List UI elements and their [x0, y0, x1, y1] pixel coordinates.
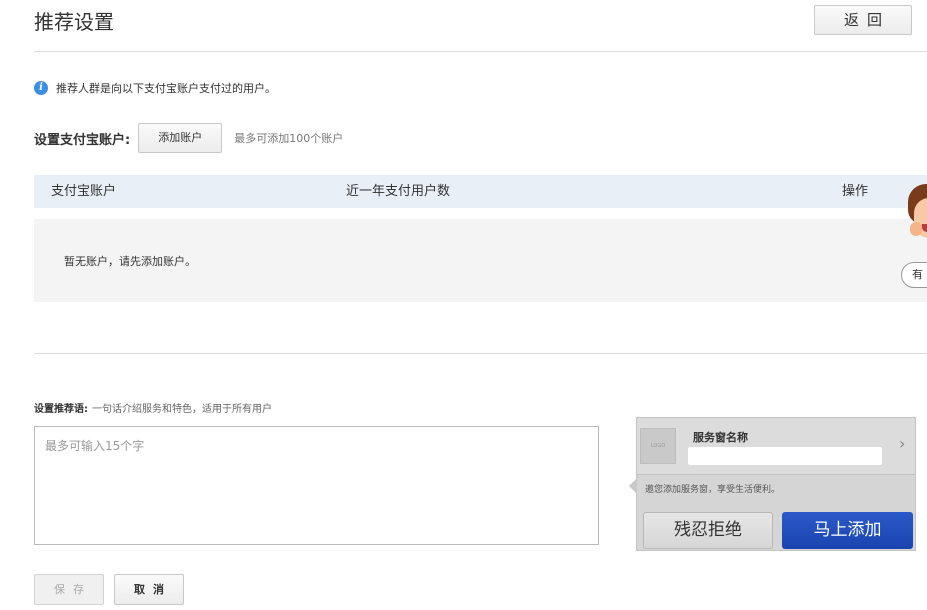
phrase-hint: 一句话介绍服务和特色，适用于所有用户 [92, 404, 272, 415]
column-header-pay-users: 近一年支付用户数 [346, 184, 451, 199]
preview-pointer [629, 478, 637, 494]
add-account-button[interactable]: 添加账户 [138, 123, 223, 153]
page-title: 推荐设置 [34, 10, 114, 34]
preview-name-bar [688, 447, 882, 465]
column-header-operation: 操作 [842, 184, 869, 199]
cancel-button[interactable]: 取消 [114, 574, 184, 605]
preview-header: LOGO 服务窗名称 › [637, 418, 915, 474]
info-icon: i [34, 81, 48, 95]
preview-invite-text: 邀您添加服务窗，享受生活便利。 [645, 485, 781, 495]
section-divider [34, 353, 927, 354]
preview-divider [637, 474, 915, 475]
column-header-account: 支付宝账户 [51, 184, 117, 199]
recommend-phrase-input[interactable] [34, 426, 599, 545]
logo-placeholder: LOGO [640, 428, 676, 464]
save-button[interactable]: 保存 [34, 574, 104, 605]
mascot-mouth [922, 224, 927, 232]
chevron-right-icon: › [899, 434, 906, 453]
account-setting-row: 设置支付宝账户: 添加账户 最多可添加100个账户 [34, 122, 343, 154]
floating-help-button[interactable]: 有 [901, 262, 927, 288]
preview-card: LOGO 服务窗名称 › 邀您添加服务窗，享受生活便利。 残忍拒绝 马上添加 [629, 417, 916, 551]
header-divider [34, 51, 927, 52]
preview-service-name: 服务窗名称 [693, 431, 748, 444]
preview-reject-button[interactable]: 残忍拒绝 [643, 512, 773, 549]
info-notice: i 推荐人群是向以下支付宝账户支付过的用户。 [34, 80, 276, 96]
account-label: 设置支付宝账户: [34, 132, 131, 148]
account-table-header: 支付宝账户 近一年支付用户数 操作 [34, 175, 927, 208]
empty-state-text: 暂无账户，请先添加账户。 [64, 255, 196, 268]
mascot-hand [910, 222, 922, 236]
account-table-empty: 暂无账户，请先添加账户。 [34, 219, 927, 302]
phrase-label: 设置推荐语: [34, 404, 88, 415]
back-button[interactable]: 返回 [814, 5, 912, 35]
account-limit-hint: 最多可添加100个账户 [234, 132, 344, 145]
preview-add-button[interactable]: 马上添加 [782, 512, 913, 549]
notice-text: 推荐人群是向以下支付宝账户支付过的用户。 [56, 82, 276, 95]
phrase-setting-row: 设置推荐语: 一句话介绍服务和特色，适用于所有用户 [34, 403, 272, 417]
mascot-avatar-icon[interactable] [908, 184, 927, 248]
